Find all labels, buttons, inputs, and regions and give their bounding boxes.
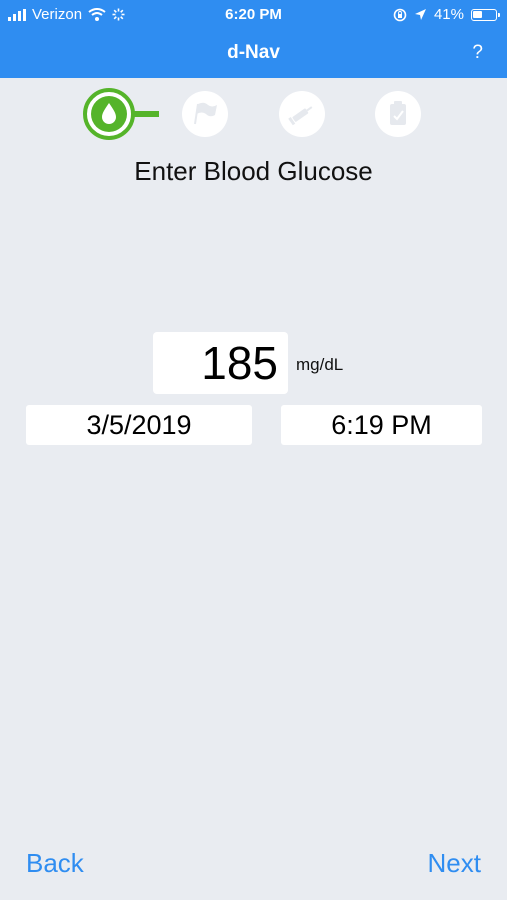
status-right: 41% [393, 6, 500, 23]
back-button[interactable]: Back [26, 848, 84, 879]
step-indicator [0, 88, 507, 144]
battery-tip [498, 12, 500, 17]
blood-drop-icon [91, 96, 127, 132]
glucose-input[interactable]: 185 [153, 332, 288, 394]
time-field[interactable]: 6:19 PM [281, 405, 482, 445]
step-review[interactable] [375, 91, 421, 137]
step-connector [133, 111, 159, 117]
nav-bar: d-Nav ? [0, 30, 507, 78]
step-blood-glucose[interactable] [83, 88, 135, 140]
orientation-lock-icon [393, 8, 407, 21]
date-field[interactable]: 3/5/2019 [26, 405, 252, 445]
step-insulin[interactable] [279, 91, 325, 137]
nav-title: d-Nav [227, 42, 280, 63]
battery-icon [471, 8, 500, 21]
app-screen: Verizon 6:20 PM 41% d-Nav ? Enter Blood … [0, 0, 507, 900]
clipboard-icon [390, 101, 406, 125]
step-flag[interactable] [182, 91, 228, 137]
next-button[interactable]: Next [428, 848, 481, 879]
battery-level [473, 10, 482, 18]
help-button[interactable]: ? [472, 42, 483, 64]
location-icon [414, 9, 426, 20]
status-bar: Verizon 6:20 PM 41% [0, 0, 507, 30]
flag-icon [194, 102, 217, 125]
battery-percent: 41% [433, 6, 464, 23]
glucose-unit-label: mg/dL [296, 355, 344, 374]
page-title: Enter Blood Glucose [134, 156, 373, 186]
syringe-icon [288, 106, 313, 126]
